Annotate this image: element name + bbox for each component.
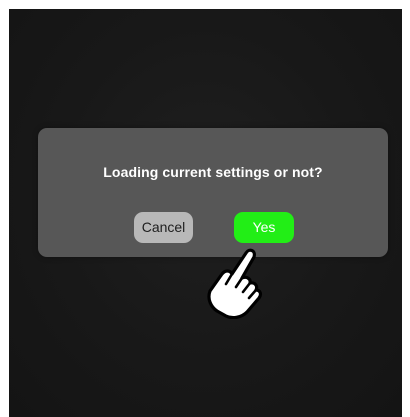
device-frame: Loading current settings or not? Cancel … [0, 0, 410, 417]
app-screen: Loading current settings or not? Cancel … [9, 9, 402, 417]
dialog-message: Loading current settings or not? [103, 164, 323, 180]
cancel-button[interactable]: Cancel [134, 212, 193, 243]
confirm-dialog: Loading current settings or not? Cancel … [38, 128, 388, 257]
pointing-hand-icon [207, 248, 263, 319]
yes-button[interactable]: Yes [234, 212, 294, 243]
